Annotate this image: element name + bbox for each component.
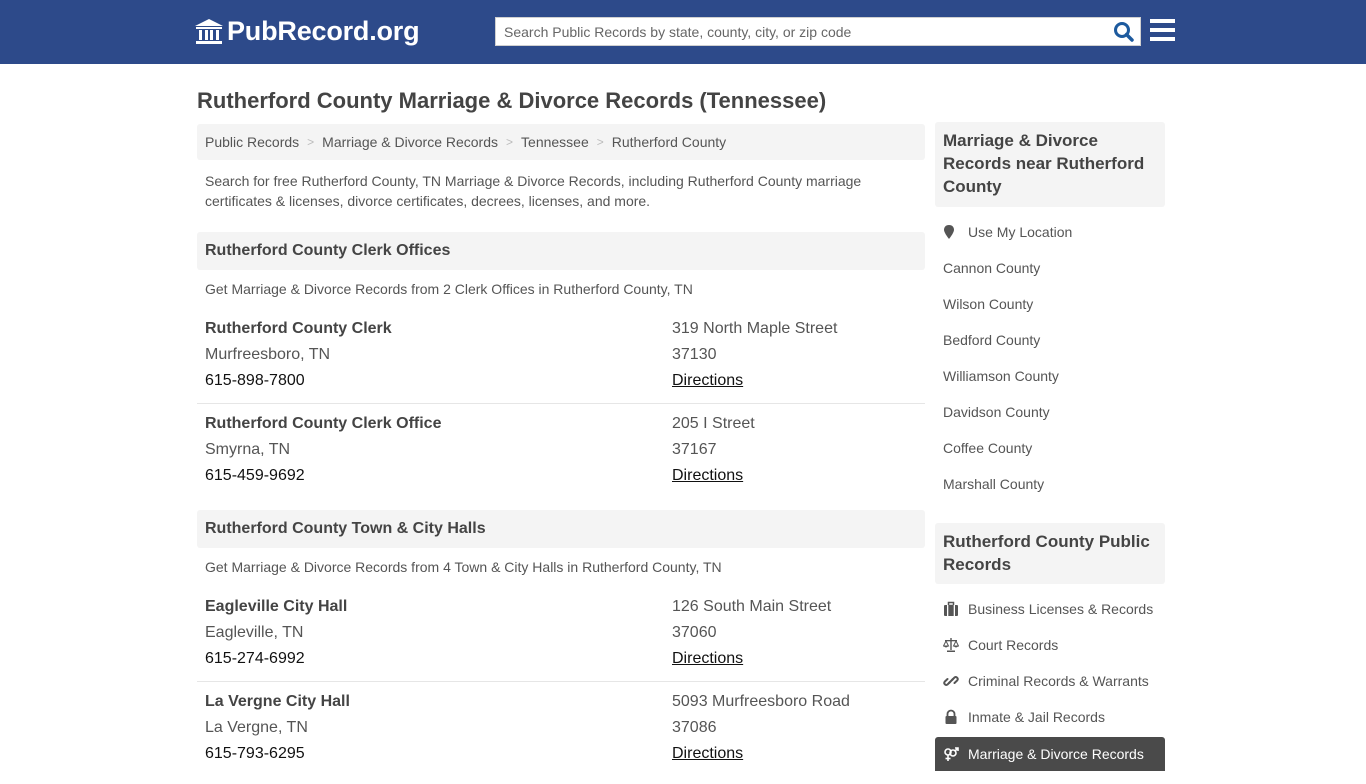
search-input[interactable]	[496, 18, 1106, 45]
office-entry: Rutherford County Clerk Office Smyrna, T…	[197, 411, 925, 506]
office-entry: La Vergne City Hall La Vergne, TN 615-79…	[197, 689, 925, 784]
sidebar-item-label: Marriage & Divorce Records	[968, 746, 1144, 762]
office-name[interactable]: Rutherford County Clerk Office	[205, 411, 441, 437]
hamburger-menu-icon[interactable]	[1150, 19, 1175, 42]
breadcrumb-separator: >	[506, 135, 514, 149]
sidebar-nearby-title: Marriage & Divorce Records near Rutherfo…	[935, 122, 1165, 207]
section-header-clerk-offices: Rutherford County Clerk Offices	[197, 232, 925, 270]
map-marker-icon	[944, 225, 954, 239]
office-city: Eagleville, TN	[205, 624, 304, 641]
use-my-location-label: Use My Location	[968, 224, 1073, 240]
sidebar-county-link[interactable]: Marshall County	[943, 476, 1044, 492]
lock-icon	[945, 709, 957, 724]
breadcrumb-public-records[interactable]: Public Records	[205, 134, 299, 150]
search-box	[495, 17, 1141, 46]
venus-mars-icon	[944, 747, 959, 761]
office-address: 205 I Street	[672, 415, 755, 432]
breadcrumb-marriage-divorce[interactable]: Marriage & Divorce Records	[322, 134, 498, 150]
search-icon[interactable]	[1112, 21, 1136, 43]
office-entry: Rutherford County Clerk Murfreesboro, TN…	[197, 316, 925, 404]
office-zip: 37060	[672, 624, 717, 641]
sidebar-county-link[interactable]: Bedford County	[943, 332, 1040, 348]
office-entry: Eagleville City Hall Eagleville, TN 615-…	[197, 594, 925, 682]
breadcrumb: Public Records > Marriage & Divorce Reco…	[197, 124, 925, 160]
office-zip: 37086	[672, 719, 717, 736]
office-phone[interactable]: 615-459-9692	[205, 463, 441, 489]
sidebar-county-link[interactable]: Cannon County	[943, 260, 1040, 276]
sidebar-county-link[interactable]: Coffee County	[943, 440, 1032, 456]
directions-link[interactable]: Directions	[672, 463, 755, 489]
directions-link[interactable]: Directions	[672, 368, 837, 394]
breadcrumb-tennessee[interactable]: Tennessee	[521, 134, 589, 150]
office-city: Smyrna, TN	[205, 441, 291, 458]
use-my-location-link[interactable]: Use My Location	[943, 224, 1072, 240]
section-subtitle: Get Marriage & Divorce Records from 4 To…	[205, 559, 722, 575]
sidebar-item-label: Inmate & Jail Records	[968, 709, 1105, 725]
link-icon	[943, 676, 959, 686]
sidebar-item-label: Court Records	[968, 637, 1059, 653]
section-subtitle: Get Marriage & Divorce Records from 2 Cl…	[205, 281, 693, 297]
sidebar-public-records-title: Rutherford County Public Records	[935, 523, 1165, 584]
section-header-city-halls: Rutherford County Town & City Halls	[197, 510, 925, 548]
intro-text: Search for free Rutherford County, TN Ma…	[205, 173, 862, 209]
breadcrumb-separator: >	[307, 135, 315, 149]
directions-link[interactable]: Directions	[672, 646, 831, 672]
top-navbar: PubRecord.org	[0, 0, 1366, 64]
office-address: 126 South Main Street	[672, 598, 832, 615]
directions-link[interactable]: Directions	[672, 741, 850, 767]
office-phone[interactable]: 615-274-6992	[205, 646, 347, 672]
sidebar-county-link[interactable]: Williamson County	[943, 368, 1059, 384]
office-name[interactable]: Eagleville City Hall	[205, 594, 347, 620]
office-phone[interactable]: 615-898-7800	[205, 368, 392, 394]
office-address: 319 North Maple Street	[672, 320, 838, 337]
sidebar-county-link[interactable]: Davidson County	[943, 404, 1050, 420]
office-phone[interactable]: 615-793-6295	[205, 741, 350, 767]
breadcrumb-rutherford-county[interactable]: Rutherford County	[612, 134, 726, 150]
office-zip: 37167	[672, 441, 717, 458]
balance-scale-icon	[943, 638, 959, 652]
office-zip: 37130	[672, 346, 717, 363]
logo-text: PubRecord.org	[227, 16, 420, 46]
office-name[interactable]: La Vergne City Hall	[205, 689, 350, 715]
page-title: Rutherford County Marriage & Divorce Rec…	[197, 88, 827, 113]
office-address: 5093 Murfreesboro Road	[672, 693, 850, 710]
sidebar-county-link[interactable]: Wilson County	[943, 296, 1033, 312]
sidebar-item-label: Criminal Records & Warrants	[968, 673, 1149, 689]
office-city: La Vergne, TN	[205, 719, 308, 736]
sidebar-item-marriage-divorce[interactable]: Marriage & Divorce Records	[935, 737, 1165, 771]
sidebar-item-inmate-records[interactable]: Inmate & Jail Records	[943, 709, 1105, 725]
sidebar-item-label: Business Licenses & Records	[968, 601, 1154, 617]
sidebar-item-criminal-records[interactable]: Criminal Records & Warrants	[943, 673, 1149, 689]
briefcase-icon	[944, 601, 958, 616]
site-logo[interactable]: PubRecord.org	[195, 16, 420, 47]
courthouse-icon	[195, 18, 223, 44]
office-city: Murfreesboro, TN	[205, 346, 331, 363]
sidebar-item-business-licenses[interactable]: Business Licenses & Records	[943, 601, 1153, 617]
breadcrumb-separator: >	[596, 135, 604, 149]
office-name[interactable]: Rutherford County Clerk	[205, 316, 392, 342]
sidebar-item-court-records[interactable]: Court Records	[943, 637, 1058, 653]
